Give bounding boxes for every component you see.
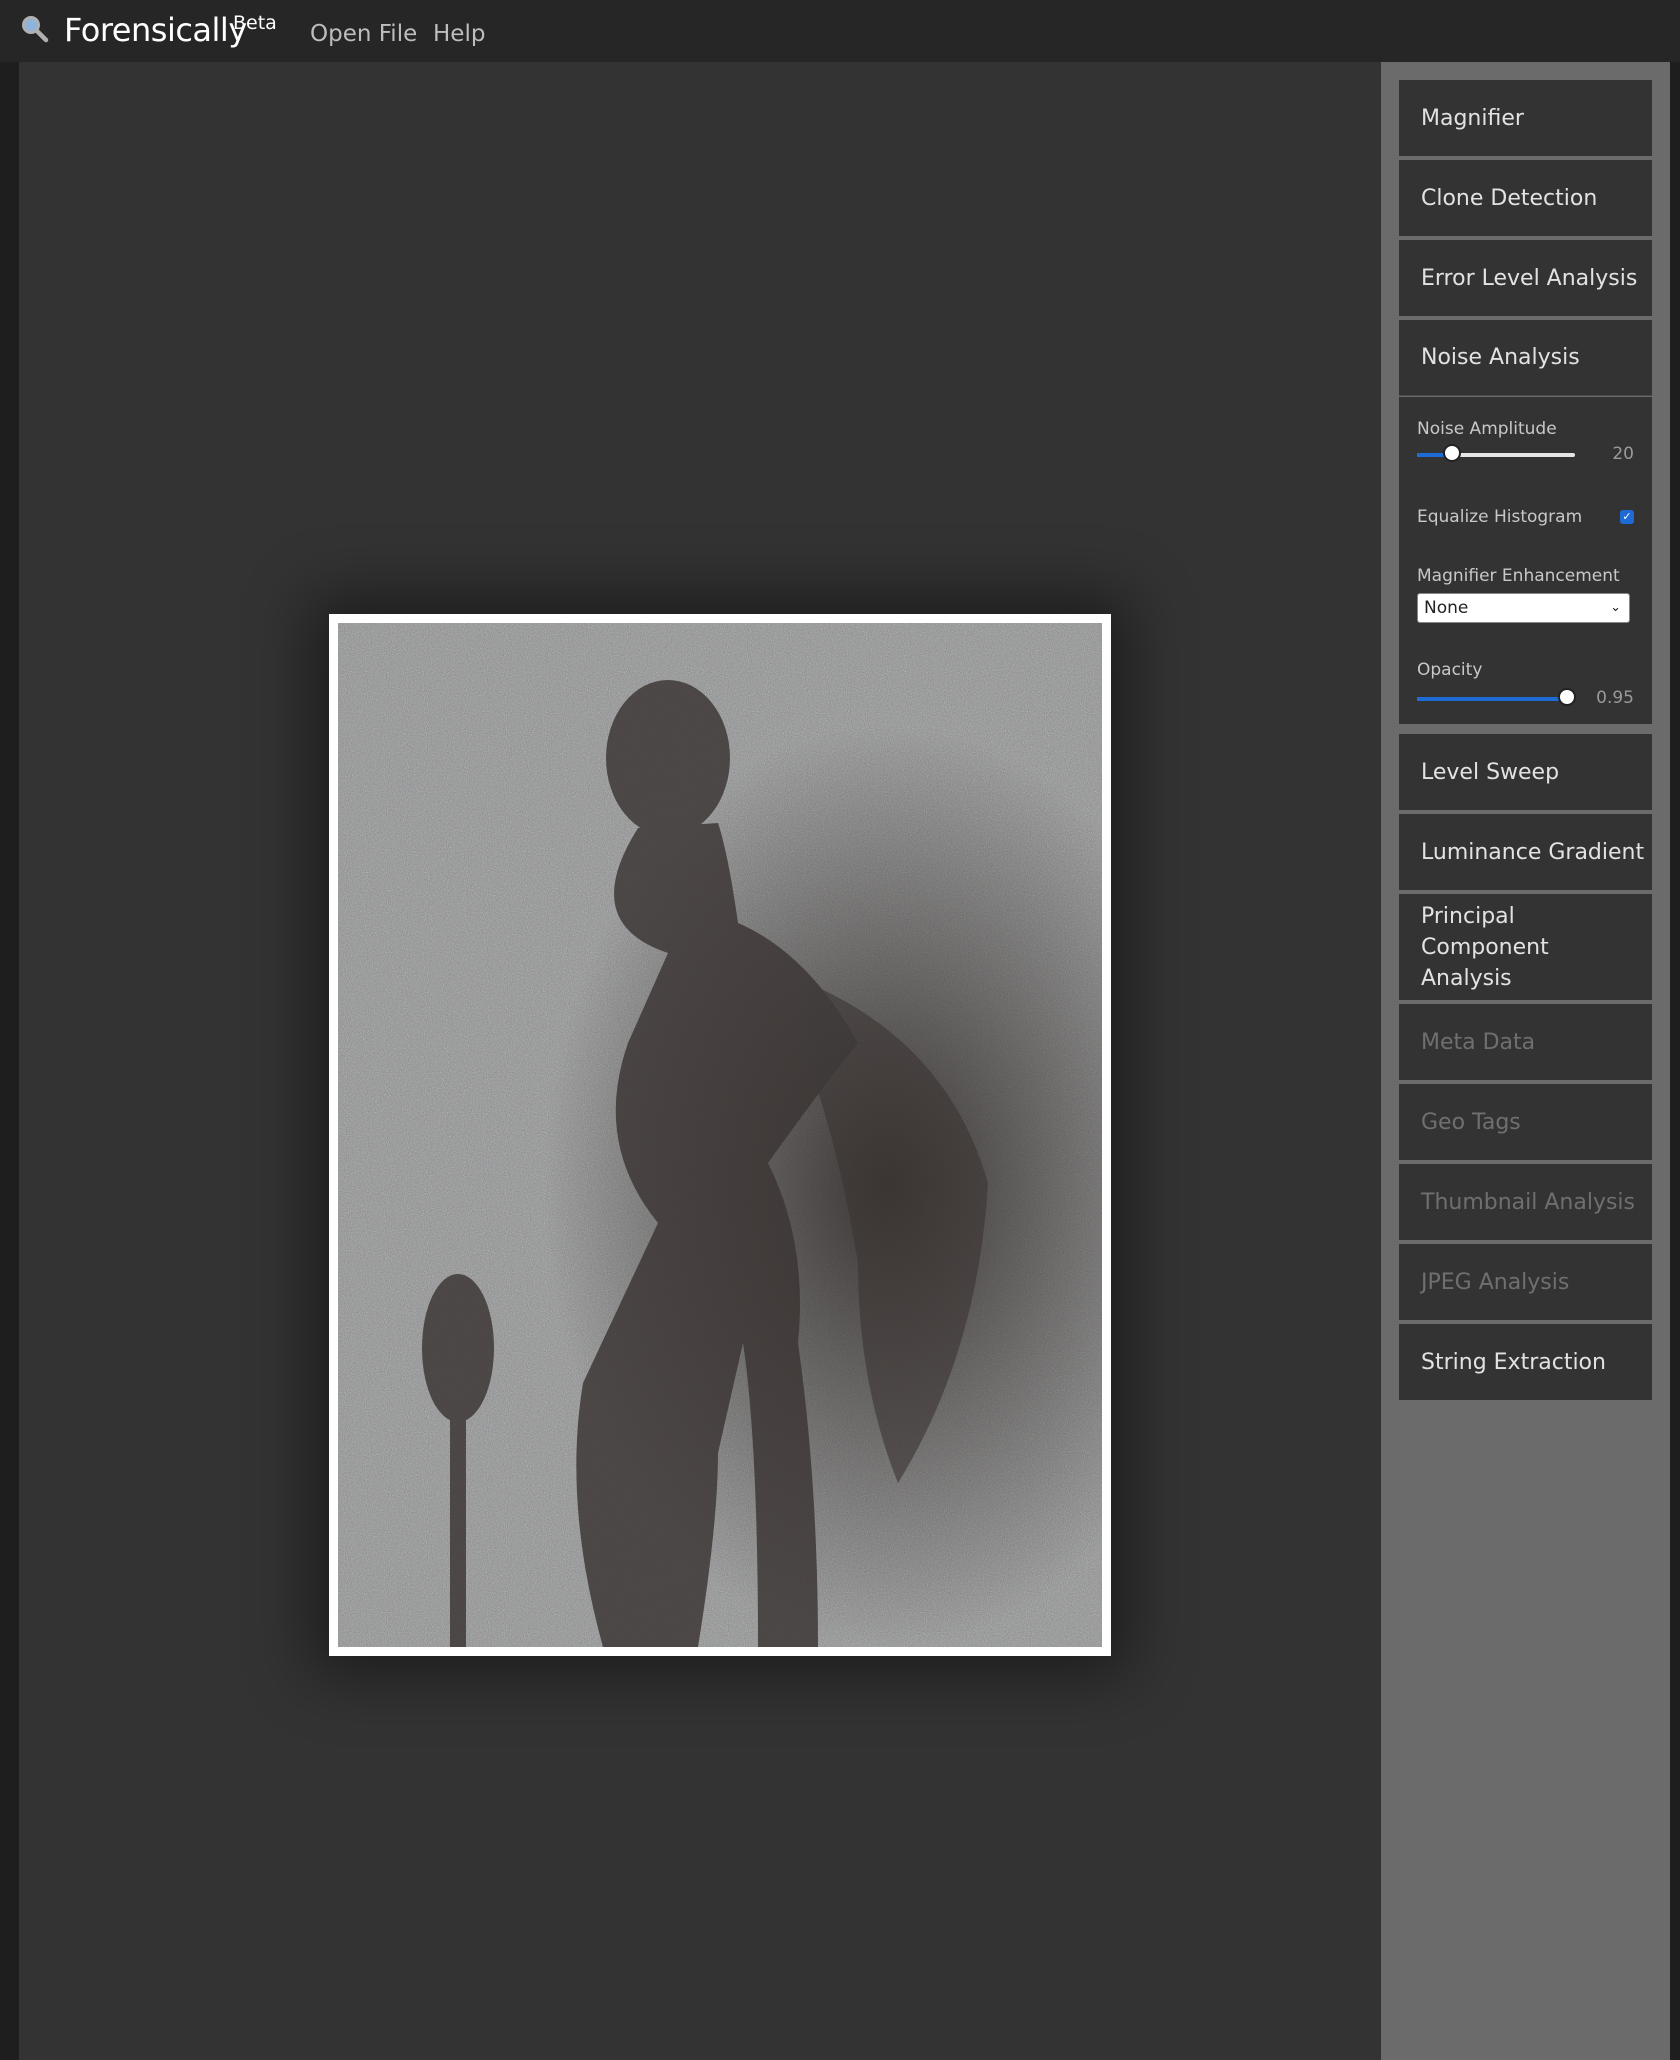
tool-string-extraction[interactable]: String Extraction (1399, 1324, 1652, 1400)
tool-magnifier[interactable]: Magnifier (1399, 80, 1652, 156)
top-bar: Forensically Beta Open File Help (0, 0, 1680, 62)
magnifier-enhancement-value: None (1424, 598, 1469, 618)
checkmark-icon: ✓ (1622, 510, 1632, 523)
tool-level-sweep[interactable]: Level Sweep (1399, 734, 1652, 810)
opacity-fill (1417, 697, 1568, 701)
tool-error-level-analysis[interactable]: Error Level Analysis (1399, 240, 1652, 316)
opacity-label: Opacity (1417, 660, 1483, 680)
chevron-down-icon: ⌄ (1610, 600, 1621, 615)
tool-clone-detection[interactable]: Clone Detection (1399, 160, 1652, 236)
app-title: Forensically (64, 11, 247, 49)
opacity-handle[interactable] (1558, 688, 1577, 706)
help-link[interactable]: Help (433, 21, 485, 47)
noise-analysis-image[interactable] (338, 623, 1102, 1647)
magnifier-enhancement-select[interactable]: None ⌄ (1417, 593, 1630, 623)
tool-noise-analysis[interactable]: Noise Analysis (1399, 320, 1652, 396)
equalize-histogram-checkbox[interactable]: ✓ (1620, 510, 1634, 524)
tool-thumbnail-analysis[interactable]: Thumbnail Analysis (1399, 1164, 1652, 1240)
open-file-link[interactable]: Open File (310, 21, 417, 47)
noise-amplitude-slider[interactable] (1417, 444, 1575, 462)
tool-luminance-gradient[interactable]: Luminance Gradient (1399, 814, 1652, 890)
tool-principal-component-analysis[interactable]: Principal Component Analysis (1399, 894, 1652, 1000)
noise-amplitude-label: Noise Amplitude (1417, 419, 1557, 439)
photo-frame (329, 614, 1111, 1656)
noise-amplitude-value: 20 (1612, 444, 1634, 464)
opacity-value: 0.95 (1596, 688, 1634, 708)
noise-analysis-panel: Noise Amplitude 20 Equalize Histogram ✓ … (1399, 397, 1652, 724)
image-canvas[interactable] (19, 62, 1381, 2060)
tool-meta-data[interactable]: Meta Data (1399, 1004, 1652, 1080)
magnifier-enhancement-label: Magnifier Enhancement (1417, 566, 1620, 586)
magnifier-icon (22, 16, 49, 43)
tool-jpeg-analysis[interactable]: JPEG Analysis (1399, 1244, 1652, 1320)
noise-amplitude-handle[interactable] (1442, 444, 1461, 462)
opacity-slider[interactable] (1417, 688, 1577, 706)
tool-geo-tags[interactable]: Geo Tags (1399, 1084, 1652, 1160)
app-beta-label: Beta (233, 12, 277, 34)
equalize-histogram-label: Equalize Histogram (1417, 507, 1583, 527)
tools-sidebar: Magnifier Clone Detection Error Level An… (1381, 62, 1670, 2060)
